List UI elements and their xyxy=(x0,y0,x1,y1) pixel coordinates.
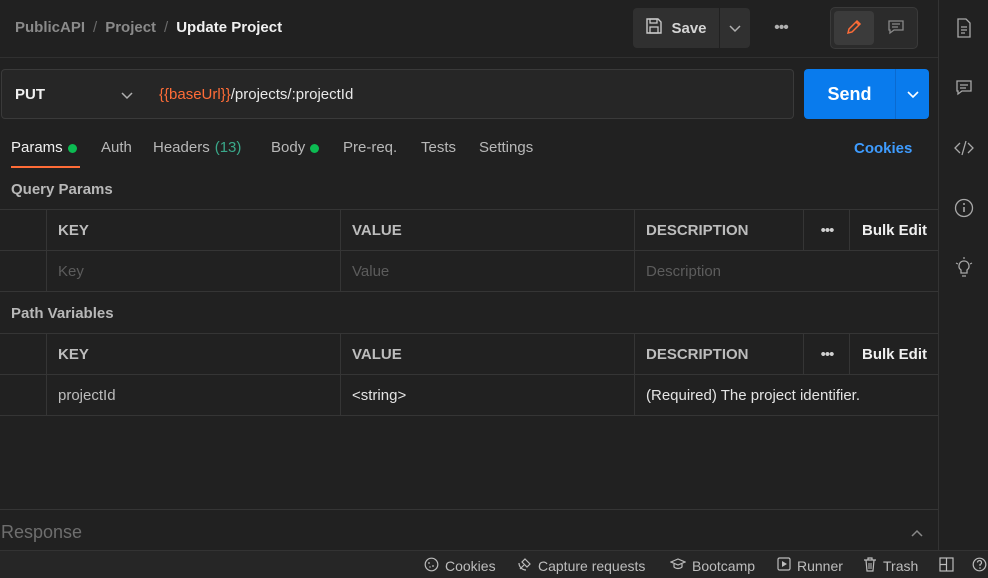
table-row: projectId <string> (Required) The projec… xyxy=(0,375,938,416)
active-tab-indicator xyxy=(11,166,80,168)
save-icon xyxy=(645,17,663,39)
tab-settings[interactable]: Settings xyxy=(479,139,533,169)
column-header-description: DESCRIPTION xyxy=(634,334,804,375)
column-header-value: VALUE xyxy=(340,334,635,375)
page-title[interactable]: Update Project xyxy=(176,19,282,36)
tab-body-label: Body xyxy=(271,139,306,156)
pencil-icon xyxy=(845,18,863,39)
send-options-dropdown[interactable] xyxy=(895,69,929,119)
mode-toggle xyxy=(830,7,918,49)
statusbar-capture-requests[interactable]: Capture requests xyxy=(517,557,645,575)
request-editor: PublicAPI / Project / Update Project Sav… xyxy=(0,0,938,550)
tab-params-label: Params xyxy=(11,139,63,156)
method-select[interactable]: PUT xyxy=(1,69,146,119)
tab-params[interactable]: Params xyxy=(11,139,80,169)
response-label: Response xyxy=(1,522,83,542)
query-params-table: KEY VALUE DESCRIPTION ••• Bulk Edit Key … xyxy=(0,209,938,293)
column-header-description: DESCRIPTION xyxy=(634,210,804,251)
table-row: Key Value Description xyxy=(0,251,938,292)
path-variables-table: KEY VALUE DESCRIPTION ••• Bulk Edit proj… xyxy=(0,333,938,417)
column-header-key: KEY xyxy=(46,334,341,375)
tab-headers-label: Headers xyxy=(153,139,210,156)
chevron-down-icon xyxy=(729,20,741,36)
statusbar-bootcamp[interactable]: Bootcamp xyxy=(669,557,756,574)
breadcrumb: PublicAPI / Project / Update Project xyxy=(15,19,282,36)
path-variables-title: Path Variables xyxy=(11,305,114,322)
request-header: PublicAPI / Project / Update Project Sav… xyxy=(0,0,938,58)
two-pane-view-icon[interactable] xyxy=(939,557,954,572)
edit-mode-button[interactable] xyxy=(834,11,874,45)
statusbar-cookies[interactable]: Cookies xyxy=(424,557,496,575)
save-button[interactable]: Save xyxy=(633,8,719,48)
row-checkbox-column xyxy=(0,334,47,375)
description-input[interactable]: (Required) The project identifier. xyxy=(634,375,938,416)
value-input[interactable]: Value xyxy=(340,251,635,292)
comment-icon xyxy=(887,18,905,39)
tab-auth[interactable]: Auth xyxy=(101,139,132,169)
code-icon[interactable] xyxy=(939,134,988,162)
info-icon[interactable] xyxy=(939,194,988,222)
statusbar-capture-label: Capture requests xyxy=(538,558,646,574)
headers-count-badge: (13) xyxy=(214,139,242,156)
statusbar-trash[interactable]: Trash xyxy=(863,557,918,575)
bulk-edit-button[interactable]: Bulk Edit xyxy=(849,334,938,375)
breadcrumb-item-publicapi[interactable]: PublicAPI xyxy=(15,19,85,36)
status-dot xyxy=(310,144,320,153)
runner-icon xyxy=(777,557,791,574)
satellite-icon xyxy=(517,557,532,575)
row-checkbox-column xyxy=(0,251,47,292)
comment-mode-button[interactable] xyxy=(876,11,916,45)
cookies-link[interactable]: Cookies xyxy=(854,140,912,157)
comments-icon[interactable] xyxy=(939,74,988,102)
key-input[interactable]: Key xyxy=(46,251,341,292)
lightbulb-icon[interactable] xyxy=(939,254,988,282)
tab-prereq[interactable]: Pre-req. xyxy=(343,139,397,169)
statusbar-trash-label: Trash xyxy=(883,558,919,574)
tab-headers[interactable]: Headers (13) xyxy=(153,139,241,169)
column-options-button[interactable]: ••• xyxy=(803,210,850,251)
statusbar-bootcamp-label: Bootcamp xyxy=(692,557,756,574)
column-header-key: KEY xyxy=(46,210,341,251)
statusbar-cookies-label: Cookies xyxy=(445,558,496,574)
url-input[interactable]: {{baseUrl}}/projects/:projectId xyxy=(145,69,794,119)
trash-icon xyxy=(863,557,877,575)
column-options-button[interactable]: ••• xyxy=(803,334,850,375)
bulk-edit-button[interactable]: Bulk Edit xyxy=(849,210,938,251)
chevron-down-icon xyxy=(121,87,133,104)
cookie-icon xyxy=(424,557,439,575)
table-header-row: KEY VALUE DESCRIPTION ••• Bulk Edit xyxy=(0,334,938,375)
query-params-title: Query Params xyxy=(11,181,113,198)
url-variable: {{baseUrl}} xyxy=(159,85,231,103)
documentation-icon[interactable] xyxy=(939,14,988,42)
status-bar: Cookies Capture requests Bootcamp Runner… xyxy=(0,550,988,578)
tab-body[interactable]: Body xyxy=(271,139,320,169)
status-dot xyxy=(67,144,77,153)
row-checkbox-column xyxy=(0,375,47,416)
breadcrumb-item-project[interactable]: Project xyxy=(105,19,156,36)
value-input[interactable]: <string> xyxy=(340,375,635,416)
chevron-up-icon[interactable] xyxy=(911,524,923,540)
breadcrumb-separator: / xyxy=(93,19,98,36)
tab-tests[interactable]: Tests xyxy=(421,139,456,169)
statusbar-runner[interactable]: Runner xyxy=(777,557,843,574)
response-pane[interactable]: Response xyxy=(0,509,938,550)
method-label: PUT xyxy=(15,85,45,103)
more-actions-button[interactable]: ••• xyxy=(764,12,798,44)
key-cell[interactable]: projectId xyxy=(46,375,341,416)
description-input[interactable]: Description xyxy=(634,251,938,292)
url-path: /projects/:projectId xyxy=(230,85,354,103)
help-icon[interactable] xyxy=(972,557,987,572)
column-header-value: VALUE xyxy=(340,210,635,251)
send-button[interactable]: Send xyxy=(804,69,895,119)
graduation-cap-icon xyxy=(669,557,687,574)
save-options-dropdown[interactable] xyxy=(720,8,750,48)
table-header-row: KEY VALUE DESCRIPTION ••• Bulk Edit xyxy=(0,210,938,251)
row-checkbox-column xyxy=(0,210,47,251)
statusbar-runner-label: Runner xyxy=(797,557,843,574)
right-sidebar xyxy=(938,0,988,550)
chevron-down-icon xyxy=(906,86,919,102)
breadcrumb-separator: / xyxy=(164,19,169,36)
save-label: Save xyxy=(671,19,707,37)
